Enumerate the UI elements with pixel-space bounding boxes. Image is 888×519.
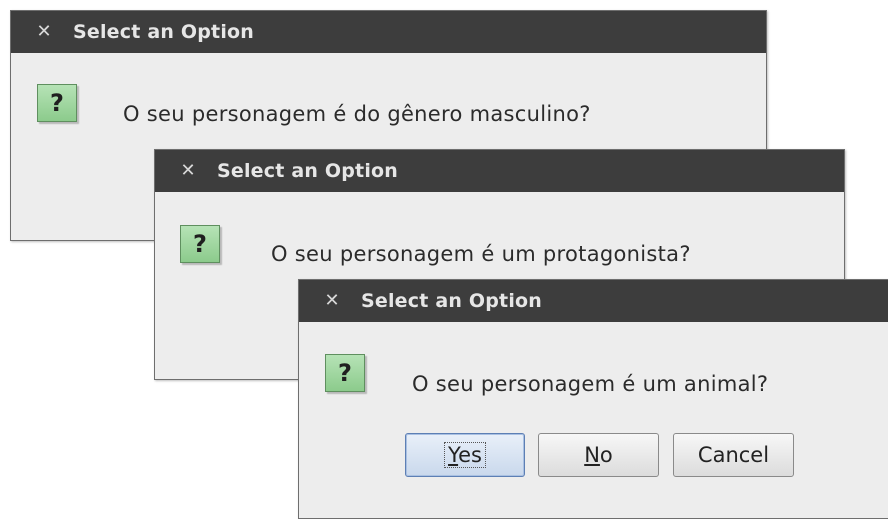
question-glyph: ? xyxy=(338,359,352,387)
cancel-button[interactable]: Cancel xyxy=(673,433,794,477)
close-icon[interactable]: ✕ xyxy=(35,23,53,41)
cancel-label: Cancel xyxy=(697,443,770,467)
focus-indicator: Yes xyxy=(444,442,486,468)
dialog-message: O seu personagem é do gênero masculino? xyxy=(123,102,591,126)
close-icon[interactable]: ✕ xyxy=(179,162,197,180)
dialog-title: Select an Option xyxy=(73,21,255,43)
question-icon: ? xyxy=(180,225,220,263)
yes-label: es xyxy=(458,443,482,467)
dialog-title: Select an Option xyxy=(217,160,399,182)
question-glyph: ? xyxy=(193,230,207,258)
yes-mnemonic: Y xyxy=(448,443,459,467)
no-mnemonic: N xyxy=(584,443,600,467)
question-glyph: ? xyxy=(50,89,64,117)
yes-button[interactable]: Yes xyxy=(405,433,525,477)
button-row: Yes No Cancel xyxy=(299,433,888,477)
no-button[interactable]: No xyxy=(538,433,659,477)
no-label: o xyxy=(599,443,613,467)
dialog-titlebar[interactable]: ✕ Select an Option xyxy=(11,11,766,53)
close-icon[interactable]: ✕ xyxy=(323,292,341,310)
dialog-animal: ✕ Select an Option ? O seu personagem é … xyxy=(298,279,888,519)
dialog-title: Select an Option xyxy=(361,290,543,312)
dialog-message: O seu personagem é um protagonista? xyxy=(271,242,691,266)
question-icon: ? xyxy=(37,84,77,122)
dialog-titlebar[interactable]: ✕ Select an Option xyxy=(155,150,844,192)
question-icon: ? xyxy=(325,354,365,392)
dialog-titlebar[interactable]: ✕ Select an Option xyxy=(299,280,888,322)
dialog-message: O seu personagem é um animal? xyxy=(412,372,769,396)
